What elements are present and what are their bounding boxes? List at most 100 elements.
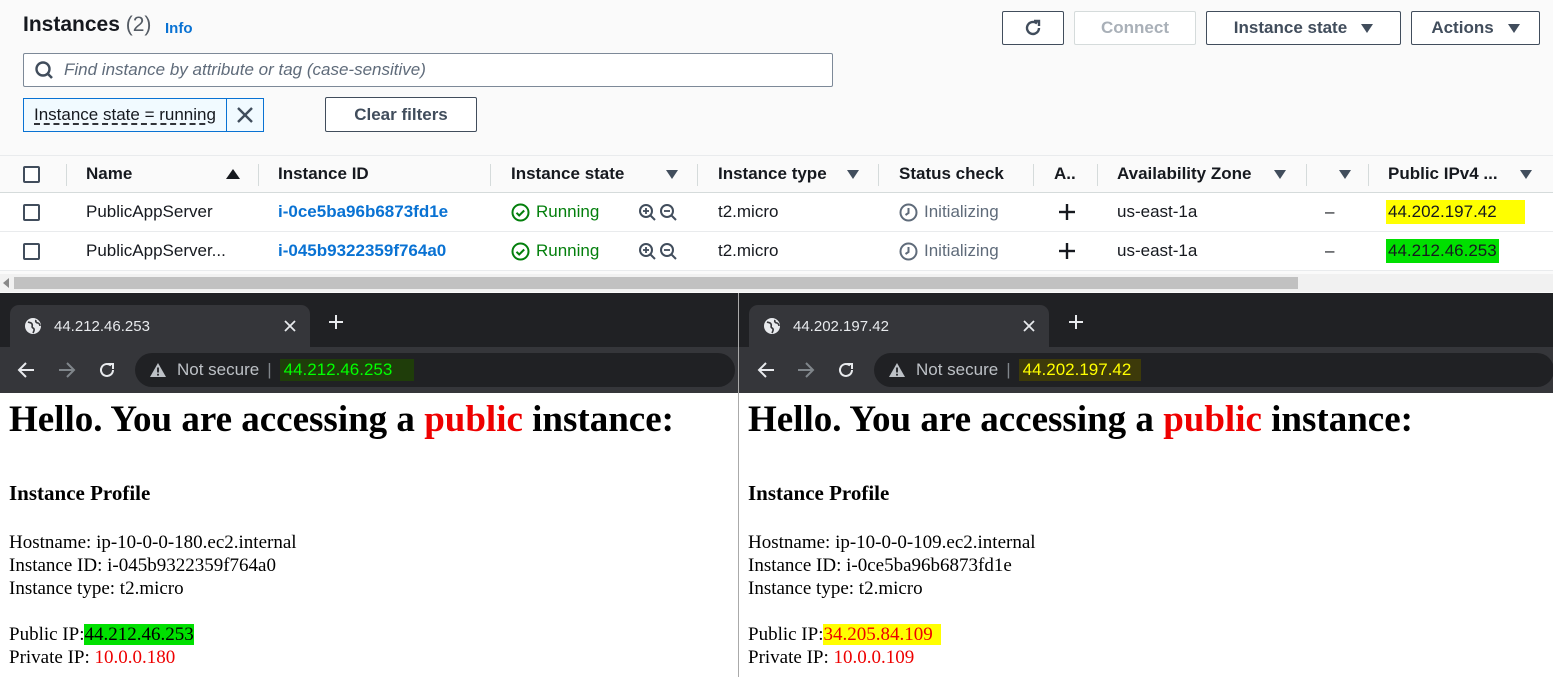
select-all-checkbox[interactable] — [23, 165, 40, 183]
globe-icon — [25, 318, 41, 334]
col-name-header[interactable]: Name — [86, 156, 132, 192]
col-alarm-header[interactable]: A.. — [1054, 156, 1076, 192]
horizontal-scrollbar[interactable] — [0, 274, 1553, 292]
search-field[interactable] — [23, 53, 833, 87]
status-check: Initializing — [899, 232, 999, 270]
browser-toolbar: Not secure | 44.202.197.42 — [739, 347, 1553, 393]
private-ip-line: Private IP: 10.0.0.180 — [9, 646, 674, 669]
heading-text: Hello. You are accessing a — [748, 399, 1164, 440]
empty-value: – — [1325, 202, 1335, 221]
zoom-in-icon[interactable] — [638, 203, 657, 222]
browser-tab[interactable]: 44.212.46.253 — [10, 305, 310, 347]
clock-icon — [899, 242, 918, 260]
zoom-out-icon[interactable] — [659, 203, 678, 222]
row-checkbox[interactable] — [23, 242, 40, 260]
browser-window-left: 44.212.46.253 Not secure | 44.212.46.253… — [0, 293, 738, 677]
tab-strip: 44.212.46.253 — [0, 293, 738, 347]
browser-tab[interactable]: 44.202.197.42 — [749, 305, 1049, 347]
table-row[interactable]: PublicAppServer... i-045b9322359f764a0 R… — [0, 232, 1553, 271]
zoom-in-icon[interactable] — [638, 242, 657, 261]
check-circle-icon — [511, 203, 530, 221]
instance-state-text: Running — [536, 202, 600, 221]
col-availability-zone-header[interactable]: Availability Zone — [1117, 156, 1251, 192]
not-secure-label: Not secure — [177, 360, 260, 379]
forward-arrow-icon[interactable] — [796, 360, 816, 380]
filter-icon[interactable] — [1339, 169, 1351, 179]
refresh-button[interactable] — [1002, 11, 1064, 45]
table-row[interactable]: PublicAppServer i-0ce5ba96b6873fd1e Runn… — [0, 193, 1553, 232]
col-instance-type-header[interactable]: Instance type — [718, 156, 827, 192]
sort-ascending-icon[interactable] — [226, 169, 240, 179]
actions-button[interactable]: Actions — [1411, 11, 1540, 45]
private-ip-value: 10.0.0.180 — [94, 647, 176, 668]
new-tab-icon[interactable] — [1068, 314, 1084, 330]
instance-state-button[interactable]: Instance state — [1206, 11, 1401, 45]
tab-title: 44.212.46.253 — [54, 317, 150, 335]
clear-filters-button[interactable]: Clear filters — [325, 97, 477, 132]
back-arrow-icon[interactable] — [756, 360, 776, 380]
hostname: Hostname: ip-10-0-0-180.ec2.internal — [9, 532, 297, 553]
private-ip-label: Private IP: — [9, 647, 90, 668]
public-ipv4: 44.212.46.253 — [1386, 232, 1499, 270]
close-icon[interactable] — [284, 320, 296, 332]
filter-icon[interactable] — [1274, 169, 1286, 179]
filter-icon[interactable] — [1520, 169, 1532, 179]
col-status-check-header[interactable]: Status check — [899, 156, 1004, 192]
add-alarm-button[interactable] — [1057, 232, 1077, 270]
caret-down-icon — [1361, 23, 1374, 33]
zoom-out-icon[interactable] — [659, 242, 678, 261]
title-text: Instances — [23, 13, 120, 36]
instance-id: Instance ID: i-045b9322359f764a0 — [9, 555, 276, 576]
col-instance-id-header[interactable]: Instance ID — [278, 156, 369, 192]
connect-button[interactable]: Connect — [1074, 11, 1196, 45]
scroll-thumb[interactable] — [14, 277, 1298, 289]
filter-token-label[interactable]: Instance state = running — [24, 99, 227, 131]
back-arrow-icon[interactable] — [16, 360, 36, 380]
hostname: Hostname: ip-10-0-0-109.ec2.internal — [748, 532, 1036, 553]
instance-state-text: Running — [536, 241, 600, 260]
check-circle-icon — [511, 242, 530, 260]
remove-filter-button[interactable] — [227, 99, 263, 131]
public-ip-label: Public IP: — [9, 624, 85, 645]
forward-arrow-icon[interactable] — [57, 360, 77, 380]
globe-icon — [764, 318, 780, 334]
instance-state-label: Instance state — [1233, 18, 1348, 37]
address-bar[interactable]: Not secure | 44.212.46.253 — [135, 353, 735, 387]
public-ipv4-text: 44.202.197.42 — [1386, 200, 1525, 224]
browser-toolbar: Not secure | 44.212.46.253 — [0, 347, 738, 393]
info-link[interactable]: Info — [165, 20, 193, 37]
add-alarm-button[interactable] — [1057, 193, 1077, 231]
search-input[interactable] — [64, 60, 824, 80]
actions-label: Actions — [1431, 18, 1494, 37]
url-text[interactable]: 44.202.197.42 — [1018, 359, 1142, 381]
scroll-left-icon[interactable] — [3, 278, 9, 288]
instance-id-link[interactable]: i-045b9322359f764a0 — [278, 232, 446, 270]
plus-icon — [1059, 243, 1075, 259]
heading-text: instance: — [1261, 399, 1413, 440]
instance-type: t2.micro — [718, 202, 779, 221]
public-ip-label: Public IP: — [748, 624, 824, 645]
col-instance-state-header[interactable]: Instance state — [511, 156, 624, 192]
col-public-ipv4-header[interactable]: Public IPv4 ... — [1388, 156, 1498, 192]
address-bar[interactable]: Not secure | 44.202.197.42 — [874, 353, 1553, 387]
instance-id-link[interactable]: i-0ce5ba96b6873fd1e — [278, 193, 448, 231]
private-ip-label: Private IP: — [748, 647, 829, 668]
row-checkbox[interactable] — [23, 203, 40, 221]
filter-icon[interactable] — [847, 169, 859, 179]
ec2-instances-panel: Instances (2) Info Connect Instance stat… — [0, 0, 1553, 295]
instance-type: Instance type: t2.micro — [9, 578, 184, 599]
new-tab-icon[interactable] — [328, 314, 344, 330]
close-icon — [237, 107, 253, 123]
page-heading: Hello. You are accessing a public instan… — [748, 398, 1413, 441]
availability-zone: us-east-1a — [1117, 202, 1198, 221]
close-icon[interactable] — [1023, 320, 1035, 332]
reload-icon[interactable] — [97, 360, 117, 380]
page-title: Instances (2) — [23, 13, 151, 37]
reload-icon[interactable] — [836, 360, 856, 380]
heading-text: instance: — [522, 399, 674, 440]
url-text[interactable]: 44.212.46.253 — [279, 359, 415, 381]
separator: | — [267, 360, 272, 379]
filter-icon[interactable] — [666, 169, 678, 179]
tab-title: 44.202.197.42 — [793, 317, 889, 335]
empty-value: – — [1325, 241, 1335, 260]
